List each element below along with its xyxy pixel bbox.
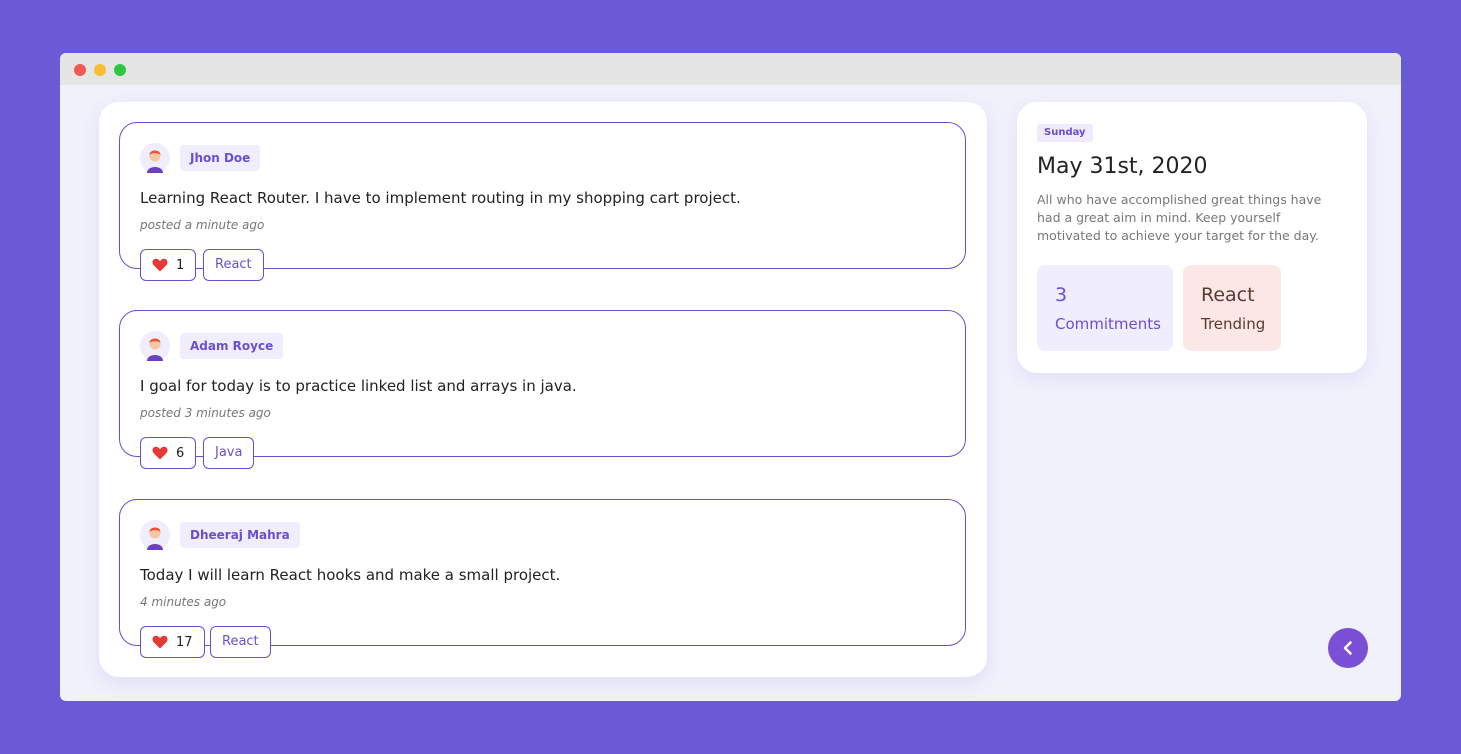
- maximize-window-dot[interactable]: [114, 64, 126, 76]
- post-timestamp: posted a minute ago: [140, 218, 265, 232]
- post-tag[interactable]: React: [203, 249, 264, 281]
- author-name[interactable]: Adam Royce: [180, 333, 284, 359]
- window-titlebar: [60, 53, 1401, 85]
- like-count: 6: [176, 445, 185, 461]
- close-window-dot[interactable]: [74, 64, 86, 76]
- commitments-stat: 3 Commitments: [1037, 265, 1173, 351]
- motivation-quote: All who have accomplished great things h…: [1037, 192, 1322, 243]
- trending-value: React: [1201, 284, 1255, 306]
- like-button[interactable]: 1: [140, 249, 197, 281]
- browser-window: Jhon Doe Learning React Router. I have t…: [60, 53, 1401, 701]
- post-tag[interactable]: Java: [203, 437, 255, 469]
- trending-label: Trending: [1201, 315, 1266, 333]
- author-name[interactable]: Dheeraj Mahra: [180, 522, 300, 548]
- minimize-window-dot[interactable]: [94, 64, 106, 76]
- like-count: 1: [176, 257, 185, 273]
- posts-feed: Jhon Doe Learning React Router. I have t…: [99, 102, 987, 677]
- avatar: [140, 143, 170, 173]
- like-button[interactable]: 17: [140, 626, 205, 658]
- daily-goal-card: Sunday May 31st, 2020 All who have accom…: [1017, 102, 1367, 373]
- avatar: [140, 520, 170, 550]
- heart-icon: [152, 258, 168, 272]
- heart-icon: [152, 446, 168, 460]
- trending-stat: React Trending: [1183, 265, 1281, 351]
- chevron-left-icon: [1343, 641, 1352, 655]
- post-card: Dheeraj Mahra Today I will learn React h…: [119, 499, 966, 658]
- author-name[interactable]: Jhon Doe: [180, 145, 261, 171]
- commitments-label: Commitments: [1055, 315, 1161, 333]
- avatar: [140, 331, 170, 361]
- post-text: Today I will learn React hooks and make …: [140, 566, 561, 584]
- post-timestamp: posted 3 minutes ago: [140, 406, 271, 420]
- post-text: Learning React Router. I have to impleme…: [140, 189, 741, 207]
- post-card: Jhon Doe Learning React Router. I have t…: [119, 122, 966, 281]
- like-button[interactable]: 6: [140, 437, 197, 469]
- like-count: 17: [176, 634, 193, 650]
- post-card: Adam Royce I goal for today is to practi…: [119, 310, 966, 469]
- date-heading: May 31st, 2020: [1037, 154, 1208, 179]
- post-text: I goal for today is to practice linked l…: [140, 377, 577, 395]
- post-tag[interactable]: React: [210, 626, 271, 658]
- day-badge: Sunday: [1037, 124, 1093, 142]
- back-button[interactable]: [1328, 628, 1368, 668]
- post-timestamp: 4 minutes ago: [140, 595, 227, 609]
- heart-icon: [152, 635, 168, 649]
- commitments-value: 3: [1055, 284, 1068, 306]
